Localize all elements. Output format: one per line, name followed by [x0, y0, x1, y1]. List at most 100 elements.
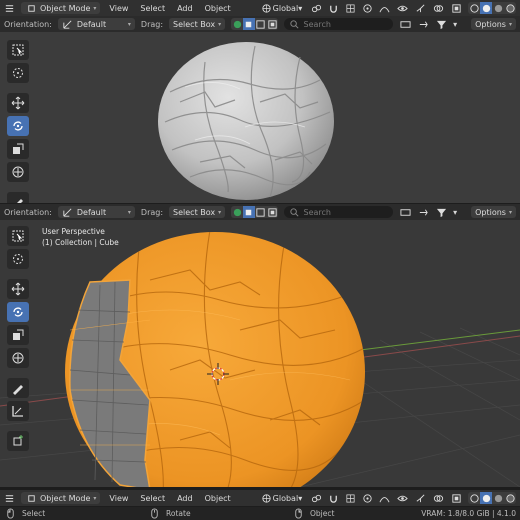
xray-icon[interactable]: [450, 492, 462, 504]
select-color-icon[interactable]: [231, 18, 243, 30]
material-shading-icon[interactable]: [492, 492, 504, 504]
top-viewport[interactable]: [0, 32, 520, 203]
proportional-edit-icon[interactable]: [362, 492, 373, 504]
mode-dropdown[interactable]: Object Mode ▾: [21, 492, 101, 504]
select-extend-icon[interactable]: [255, 206, 267, 218]
transform-space-label: Global: [272, 3, 299, 13]
options-dropdown[interactable]: Options ▾: [471, 206, 516, 218]
select-box-tool[interactable]: [7, 40, 29, 60]
solid-shading-icon[interactable]: [480, 2, 493, 14]
xray-icon[interactable]: [450, 2, 462, 14]
snap-magnet-icon[interactable]: [328, 2, 339, 14]
top-tool-settings: Orientation: Default ▾ Drag: Select Box …: [0, 16, 520, 32]
proportional-edit-icon[interactable]: [362, 2, 373, 14]
transform-tool[interactable]: [7, 162, 29, 182]
status-vram: VRAM: 1.8/8.0 GiB | 4.1.0: [421, 509, 516, 518]
falloff-icon[interactable]: [379, 492, 390, 504]
select-set-icon[interactable]: [242, 206, 255, 218]
search-input[interactable]: Search: [284, 206, 394, 218]
layout-toggle-icon[interactable]: [399, 206, 411, 218]
cursor-tool[interactable]: [7, 249, 29, 269]
transform-orientation-dropdown[interactable]: Global ▾: [258, 492, 306, 504]
rendered-shading-icon[interactable]: [504, 2, 516, 14]
chevron-down-icon[interactable]: ▾: [453, 20, 457, 29]
bottom-viewport-header: Object Mode ▾ View Select Add Object Glo…: [0, 490, 520, 506]
menu-view[interactable]: View: [106, 494, 131, 503]
drag-dropdown[interactable]: Select Box ▾: [169, 18, 226, 30]
chevron-down-icon[interactable]: ▾: [453, 208, 457, 217]
wireframe-shading-icon[interactable]: [468, 2, 480, 14]
measure-tool[interactable]: [7, 401, 29, 421]
global-axes-icon: [261, 492, 273, 504]
select-set-icon[interactable]: [242, 18, 255, 30]
rotate-tool[interactable]: [7, 302, 29, 322]
search-icon: [288, 206, 300, 218]
select-subtract-icon[interactable]: [267, 18, 279, 30]
transform-icon: [12, 352, 24, 364]
transform-tool[interactable]: [7, 348, 29, 368]
search-placeholder: Search: [303, 207, 331, 217]
select-extend-icon[interactable]: [255, 18, 267, 30]
editor-type-icon[interactable]: [4, 2, 15, 14]
visibility-eye-icon[interactable]: [396, 492, 408, 504]
transform-icon: [12, 166, 24, 178]
layout-toggle-icon[interactable]: [399, 18, 411, 30]
filter-icon[interactable]: [435, 18, 447, 30]
selected-sculpt-object[interactable]: [65, 230, 370, 487]
select-box-tool[interactable]: [7, 226, 29, 246]
overlays-icon[interactable]: [432, 492, 444, 504]
rotate-tool[interactable]: [7, 116, 29, 136]
pivot-link-icon[interactable]: [311, 492, 322, 504]
scale-tool[interactable]: [7, 325, 29, 345]
scale-tool[interactable]: [7, 139, 29, 159]
mode-dropdown[interactable]: Object Mode ▾: [21, 2, 101, 14]
menu-add[interactable]: Add: [174, 494, 196, 503]
orientation-dropdown[interactable]: Default ▾: [57, 206, 135, 218]
filter-icon[interactable]: [435, 206, 447, 218]
bottom-viewport[interactable]: User Perspective (1) Collection | Cube: [0, 220, 520, 487]
options-dropdown[interactable]: Options ▾: [471, 18, 516, 30]
menu-object[interactable]: Object: [202, 4, 234, 13]
move-tool[interactable]: [7, 93, 29, 113]
cursor-tool[interactable]: [7, 63, 29, 83]
cursor-select-icon: [12, 44, 24, 56]
bottom-toolbar: [7, 226, 29, 451]
gizmo-icon[interactable]: [414, 492, 426, 504]
menu-select[interactable]: Select: [137, 4, 168, 13]
sculpt-sphere[interactable]: [158, 42, 334, 200]
pivot-link-icon[interactable]: [311, 2, 322, 14]
bottom-scene-view: [0, 230, 520, 487]
add-cube-tool[interactable]: [7, 431, 29, 451]
drag-value: Select Box: [173, 207, 216, 217]
gizmo-icon[interactable]: [414, 2, 426, 14]
move-tool[interactable]: [7, 279, 29, 299]
menu-add[interactable]: Add: [174, 4, 196, 13]
rendered-shading-icon[interactable]: [504, 492, 516, 504]
overlays-icon[interactable]: [432, 2, 444, 14]
editor-type-icon[interactable]: [4, 492, 15, 504]
orientation-dropdown[interactable]: Default ▾: [57, 18, 135, 30]
drag-dropdown[interactable]: Select Box ▾: [169, 206, 226, 218]
solid-shading-icon[interactable]: [480, 492, 493, 504]
annotate-tool[interactable]: [7, 378, 29, 398]
search-input[interactable]: Search: [284, 18, 394, 30]
snap-grid-icon[interactable]: [345, 2, 356, 14]
menu-view[interactable]: View: [106, 4, 131, 13]
transform-orientation-dropdown[interactable]: Global ▾: [258, 2, 306, 14]
menu-select[interactable]: Select: [137, 494, 168, 503]
visibility-eye-icon[interactable]: [396, 2, 408, 14]
snap-grid-icon[interactable]: [345, 492, 356, 504]
options-label: Options: [475, 19, 506, 29]
status-bar: Select Rotate Object VRAM: 1.8/8.0 GiB |…: [0, 507, 520, 520]
link-icon[interactable]: [417, 206, 429, 218]
select-color-icon[interactable]: [231, 206, 243, 218]
chevron-down-icon: ▾: [298, 493, 303, 503]
wireframe-shading-icon[interactable]: [468, 492, 480, 504]
falloff-icon[interactable]: [379, 2, 390, 14]
material-shading-icon[interactable]: [492, 2, 504, 14]
snap-magnet-icon[interactable]: [328, 492, 339, 504]
annotate-tool[interactable]: [7, 192, 29, 203]
menu-object[interactable]: Object: [202, 494, 234, 503]
select-subtract-icon[interactable]: [267, 206, 279, 218]
link-icon[interactable]: [417, 18, 429, 30]
